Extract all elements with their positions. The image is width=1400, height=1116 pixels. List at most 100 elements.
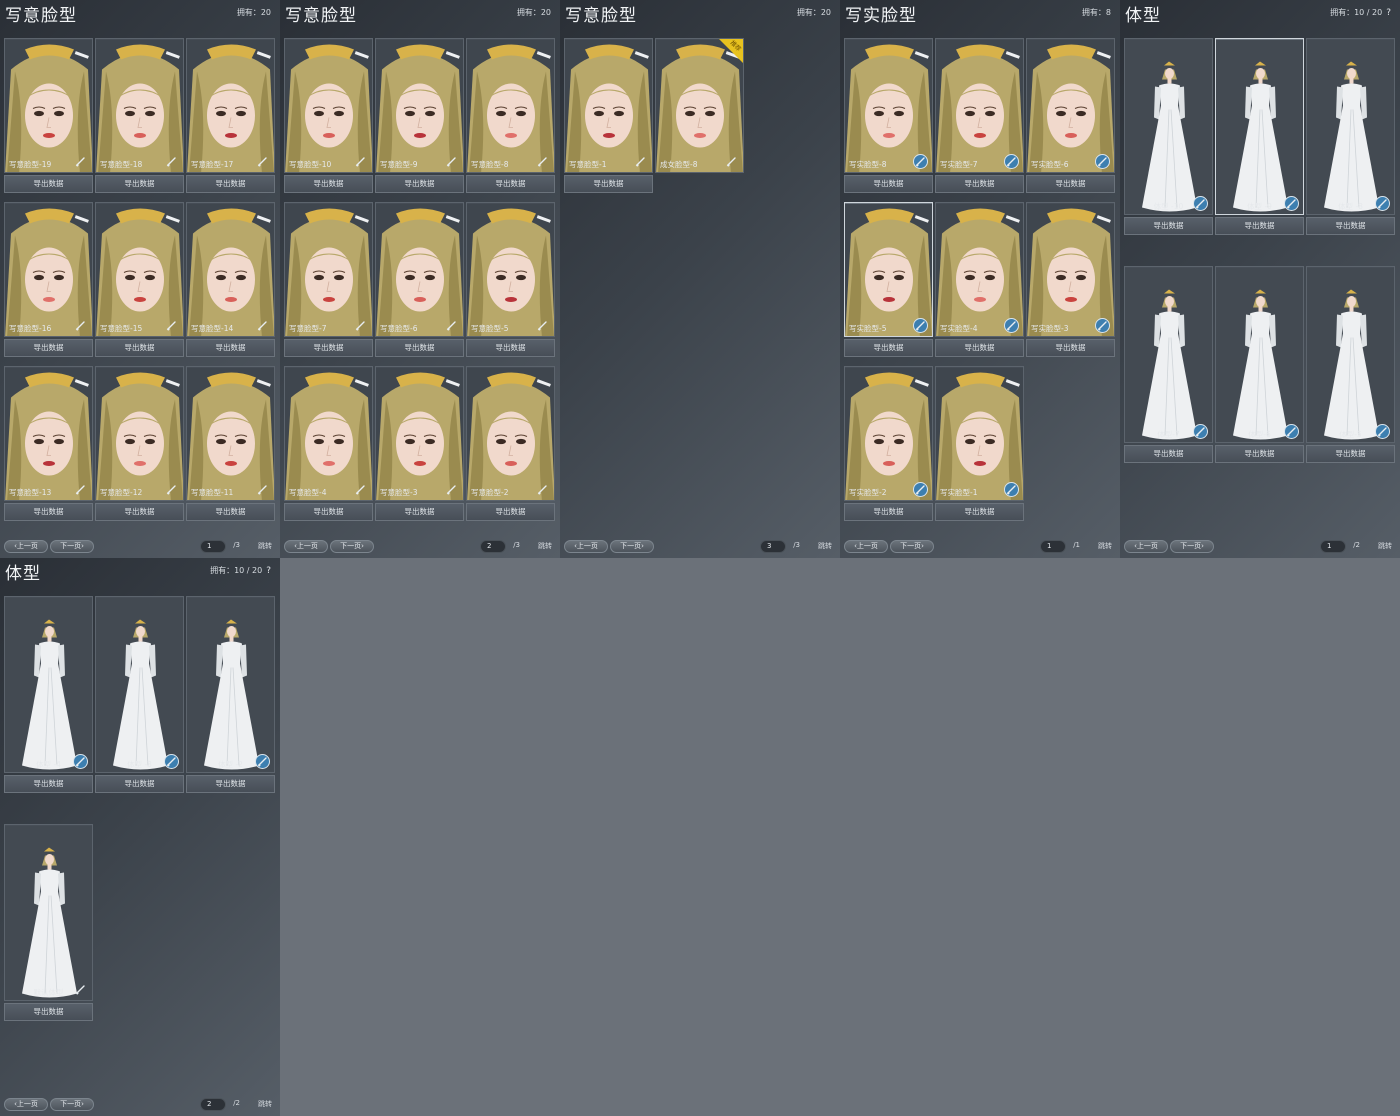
body-thumbnail[interactable]: 体型 -9 xyxy=(1215,38,1304,215)
page-number-input[interactable]: 2 xyxy=(480,540,506,553)
prev-page-button[interactable]: ‹上一页 xyxy=(4,1098,48,1111)
export-data-button[interactable]: 导出数据 xyxy=(4,175,93,193)
brush-icon[interactable] xyxy=(74,319,88,333)
export-data-button[interactable]: 导出数据 xyxy=(466,503,555,521)
jump-page-button[interactable]: 跳转 xyxy=(258,541,272,551)
face-thumbnail[interactable]: 写意脸型-17 xyxy=(186,38,275,173)
face-thumbnail[interactable]: 写意脸型-19 xyxy=(4,38,93,173)
brush-icon[interactable] xyxy=(164,754,179,769)
body-thumbnail[interactable]: 体型-5 xyxy=(1306,266,1395,443)
export-data-button[interactable]: 导出数据 xyxy=(1124,445,1213,463)
brush-icon[interactable] xyxy=(165,319,179,333)
body-thumbnail[interactable]: 体型-6 xyxy=(1215,266,1304,443)
export-data-button[interactable]: 导出数据 xyxy=(466,175,555,193)
brush-icon[interactable] xyxy=(256,319,270,333)
face-thumbnail[interactable]: 写实脸型-7 xyxy=(935,38,1024,173)
export-data-button[interactable]: 导出数据 xyxy=(1026,175,1115,193)
brush-icon[interactable] xyxy=(1004,482,1019,497)
face-thumbnail[interactable]: 写意脸型-18 xyxy=(95,38,184,173)
page-number-input[interactable]: 1 xyxy=(1320,540,1346,553)
jump-page-button[interactable]: 跳转 xyxy=(1098,541,1112,551)
export-data-button[interactable]: 导出数据 xyxy=(1215,217,1304,235)
prev-page-button[interactable]: ‹上一页 xyxy=(4,540,48,553)
face-thumbnail[interactable]: 写意脸型-11 xyxy=(186,366,275,501)
next-page-button[interactable]: 下一页› xyxy=(50,1098,94,1111)
brush-icon[interactable] xyxy=(536,483,550,497)
face-thumbnail[interactable]: 写意脸型-6 xyxy=(375,202,464,337)
next-page-button[interactable]: 下一页› xyxy=(50,540,94,553)
export-data-button[interactable]: 导出数据 xyxy=(935,175,1024,193)
page-number-input[interactable]: 2 xyxy=(200,1098,226,1111)
brush-icon[interactable] xyxy=(1095,318,1110,333)
face-thumbnail[interactable]: 写意脸型-12 xyxy=(95,366,184,501)
export-data-button[interactable]: 导出数据 xyxy=(375,339,464,357)
export-data-button[interactable]: 导出数据 xyxy=(466,339,555,357)
face-thumbnail[interactable]: 写实脸型-5 xyxy=(844,202,933,337)
brush-icon[interactable] xyxy=(256,483,270,497)
question-icon[interactable]: ? xyxy=(1386,8,1391,18)
brush-icon[interactable] xyxy=(74,155,88,169)
brush-icon[interactable] xyxy=(1284,196,1299,211)
body-thumbnail[interactable]: 体型 -10 xyxy=(1124,38,1213,215)
prev-page-button[interactable]: ‹上一页 xyxy=(284,540,328,553)
export-data-button[interactable]: 导出数据 xyxy=(95,775,184,793)
brush-icon[interactable] xyxy=(913,154,928,169)
next-page-button[interactable]: 下一页› xyxy=(1170,540,1214,553)
brush-icon[interactable] xyxy=(445,319,459,333)
brush-icon[interactable] xyxy=(255,754,270,769)
face-thumbnail[interactable]: 写实脸型-8 xyxy=(844,38,933,173)
page-number-input[interactable]: 1 xyxy=(200,540,226,553)
face-thumbnail[interactable]: 写意脸型-9 xyxy=(375,38,464,173)
export-data-button[interactable]: 导出数据 xyxy=(564,175,653,193)
brush-icon[interactable] xyxy=(354,155,368,169)
brush-icon[interactable] xyxy=(445,483,459,497)
brush-icon[interactable] xyxy=(1375,196,1390,211)
brush-icon[interactable] xyxy=(536,155,550,169)
brush-icon[interactable] xyxy=(354,483,368,497)
face-thumbnail[interactable]: 写实脸型-6 xyxy=(1026,38,1115,173)
body-thumbnail[interactable]: 体型 -3 xyxy=(95,596,184,773)
brush-icon[interactable] xyxy=(1193,196,1208,211)
face-thumbnail[interactable]: 写意脸型-3 xyxy=(375,366,464,501)
brush-icon[interactable] xyxy=(1193,424,1208,439)
brush-icon[interactable] xyxy=(913,318,928,333)
body-thumbnail[interactable]: 体型-7 xyxy=(1124,266,1213,443)
question-icon[interactable]: ? xyxy=(266,566,271,576)
prev-page-button[interactable]: ‹上一页 xyxy=(564,540,608,553)
export-data-button[interactable]: 导出数据 xyxy=(4,1003,93,1021)
export-data-button[interactable]: 导出数据 xyxy=(844,175,933,193)
face-thumbnail[interactable]: 写意脸型-14 xyxy=(186,202,275,337)
brush-icon[interactable] xyxy=(165,155,179,169)
brush-icon[interactable] xyxy=(1004,318,1019,333)
brush-icon[interactable] xyxy=(445,155,459,169)
export-data-button[interactable]: 导出数据 xyxy=(844,339,933,357)
brush-icon[interactable] xyxy=(74,483,88,497)
export-data-button[interactable]: 导出数据 xyxy=(1306,217,1395,235)
face-thumbnail[interactable]: 写意脸型-8 xyxy=(466,38,555,173)
export-data-button[interactable]: 导出数据 xyxy=(844,503,933,521)
export-data-button[interactable]: 导出数据 xyxy=(935,503,1024,521)
export-data-button[interactable]: 导出数据 xyxy=(4,339,93,357)
export-data-button[interactable]: 导出数据 xyxy=(95,339,184,357)
brush-icon[interactable] xyxy=(74,983,88,997)
export-data-button[interactable]: 导出数据 xyxy=(186,503,275,521)
body-thumbnail[interactable]: 体型 -8 xyxy=(1306,38,1395,215)
jump-page-button[interactable]: 跳转 xyxy=(1378,541,1392,551)
brush-icon[interactable] xyxy=(73,754,88,769)
face-thumbnail[interactable]: 写实脸型-1 xyxy=(935,366,1024,501)
face-thumbnail[interactable]: 写实脸型-3 xyxy=(1026,202,1115,337)
brush-icon[interactable] xyxy=(913,482,928,497)
face-thumbnail[interactable]: 写意脸型-5 xyxy=(466,202,555,337)
export-data-button[interactable]: 导出数据 xyxy=(186,775,275,793)
face-thumbnail[interactable]: 写意脸型-16 xyxy=(4,202,93,337)
jump-page-button[interactable]: 跳转 xyxy=(258,1099,272,1109)
face-thumbnail[interactable]: 写意脸型-4 xyxy=(284,366,373,501)
export-data-button[interactable]: 导出数据 xyxy=(186,339,275,357)
export-data-button[interactable]: 导出数据 xyxy=(284,503,373,521)
face-thumbnail[interactable]: 写意脸型-15 xyxy=(95,202,184,337)
next-page-button[interactable]: 下一页› xyxy=(330,540,374,553)
brush-icon[interactable] xyxy=(536,319,550,333)
brush-icon[interactable] xyxy=(1284,424,1299,439)
brush-icon[interactable] xyxy=(1095,154,1110,169)
face-thumbnail[interactable]: 写意脸型-7 xyxy=(284,202,373,337)
